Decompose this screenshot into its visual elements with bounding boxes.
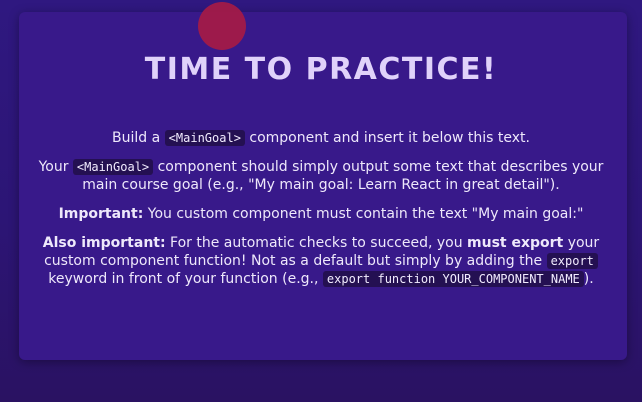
instruction-output: Your <MainGoal> component should simply … bbox=[36, 158, 606, 194]
text-segment: keyword in front of your function (e.g., bbox=[48, 271, 323, 287]
also-important-label: Also important: bbox=[42, 235, 166, 251]
text-segment: component should simply output some text… bbox=[82, 159, 604, 193]
text-segment: Your bbox=[38, 159, 73, 175]
code-maingoal: <MainGoal> bbox=[72, 159, 154, 175]
text-segment: ). bbox=[583, 271, 594, 287]
must-export-label: must export bbox=[467, 235, 564, 251]
instruction-important: Important: You custom component must con… bbox=[36, 205, 606, 223]
text-segment: Build a bbox=[112, 130, 165, 146]
code-maingoal: <MainGoal> bbox=[164, 130, 245, 146]
page-title: TIME TO PRACTICE! bbox=[144, 52, 498, 87]
text-segment: For the automatic checks to succeed, you bbox=[165, 235, 468, 251]
code-export-function: export function YOUR_COMPONENT_NAME bbox=[322, 271, 584, 287]
code-export: export bbox=[546, 253, 598, 269]
instructions: Build a <MainGoal> component and insert … bbox=[36, 129, 606, 299]
text-segment: You custom component must contain the te… bbox=[143, 206, 584, 222]
instruction-export: Also important: For the automatic checks… bbox=[36, 234, 606, 288]
instruction-build: Build a <MainGoal> component and insert … bbox=[36, 129, 606, 147]
pointer-indicator bbox=[198, 2, 246, 50]
text-segment: component and insert it below this text. bbox=[244, 130, 530, 146]
important-label: Important: bbox=[58, 206, 144, 222]
